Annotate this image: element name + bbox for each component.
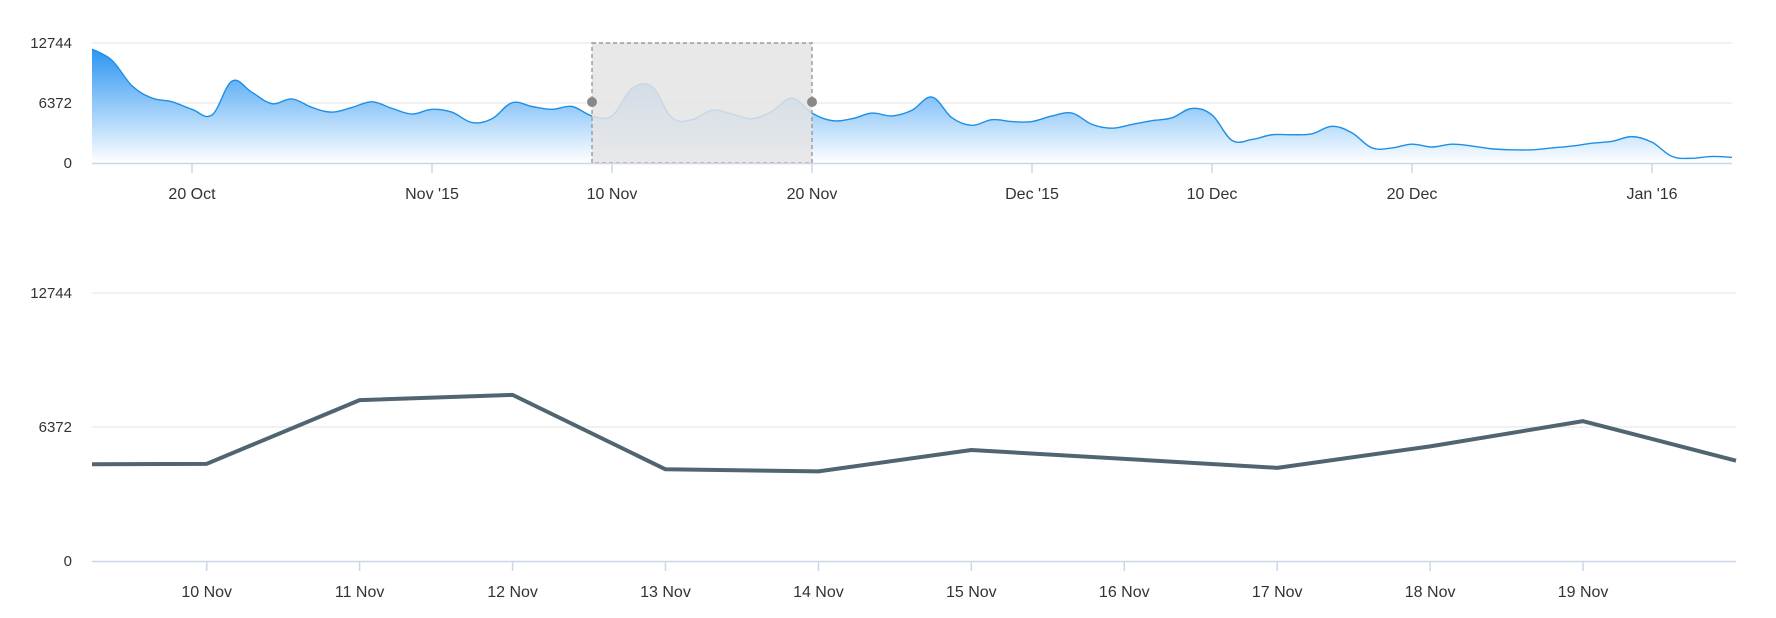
main-x-tick-label: 11 Nov [335, 584, 385, 601]
navigator-x-tick-label: 10 Nov [587, 186, 638, 200]
chart-container: 12744 6372 0 20 Oct Nov '15 10 Nov 20 Nov Dec … [0, 0, 1776, 618]
navigator-x-tick-label: Dec '15 [1005, 186, 1059, 200]
main-y-tick-label: 0 [64, 553, 72, 570]
navigator-chart[interactable]: 12744 6372 0 20 Oct Nov '15 10 Nov 20 Nov Dec … [0, 0, 1776, 200]
navigator-x-tick-label: Jan '16 [1626, 186, 1677, 200]
navigator-x-tick-label: 20 Nov [787, 186, 838, 200]
navigator-area-series [92, 49, 1732, 164]
main-y-tick-label: 12744 [30, 285, 72, 302]
main-x-tick-label: 12 Nov [487, 584, 538, 601]
main-x-tick-label: 18 Nov [1405, 584, 1456, 601]
navigator-selection-window[interactable] [591, 42, 813, 164]
main-x-tick-label: 14 Nov [793, 584, 844, 601]
main-x-tick-label: 13 Nov [640, 584, 691, 601]
main-y-tick-label: 6372 [39, 419, 72, 436]
navigator-x-tick-label: 20 Oct [168, 186, 216, 200]
main-line-chart[interactable]: 12744 6372 0 10 Nov 11 Nov 12 Nov 13 Nov 14 No… [0, 200, 1776, 618]
navigator-y-tick-label: 0 [64, 155, 72, 172]
navigator-right-handle[interactable] [807, 97, 817, 107]
navigator-x-tick-label: 20 Dec [1387, 186, 1438, 200]
navigator-x-tick-label: Nov '15 [405, 186, 459, 200]
navigator-y-tick-label: 6372 [39, 95, 72, 112]
main-x-tick-label: 16 Nov [1099, 584, 1150, 601]
main-x-tick-label: 17 Nov [1252, 584, 1303, 601]
main-x-tick-label: 15 Nov [946, 584, 997, 601]
navigator-x-tick-label: 10 Dec [1187, 186, 1238, 200]
main-line-series [91, 392, 1737, 474]
main-x-tick-label: 10 Nov [181, 584, 232, 601]
main-x-tick-label: 19 Nov [1558, 584, 1609, 601]
navigator-left-handle[interactable] [587, 97, 597, 107]
navigator-y-tick-label: 12744 [30, 35, 72, 52]
